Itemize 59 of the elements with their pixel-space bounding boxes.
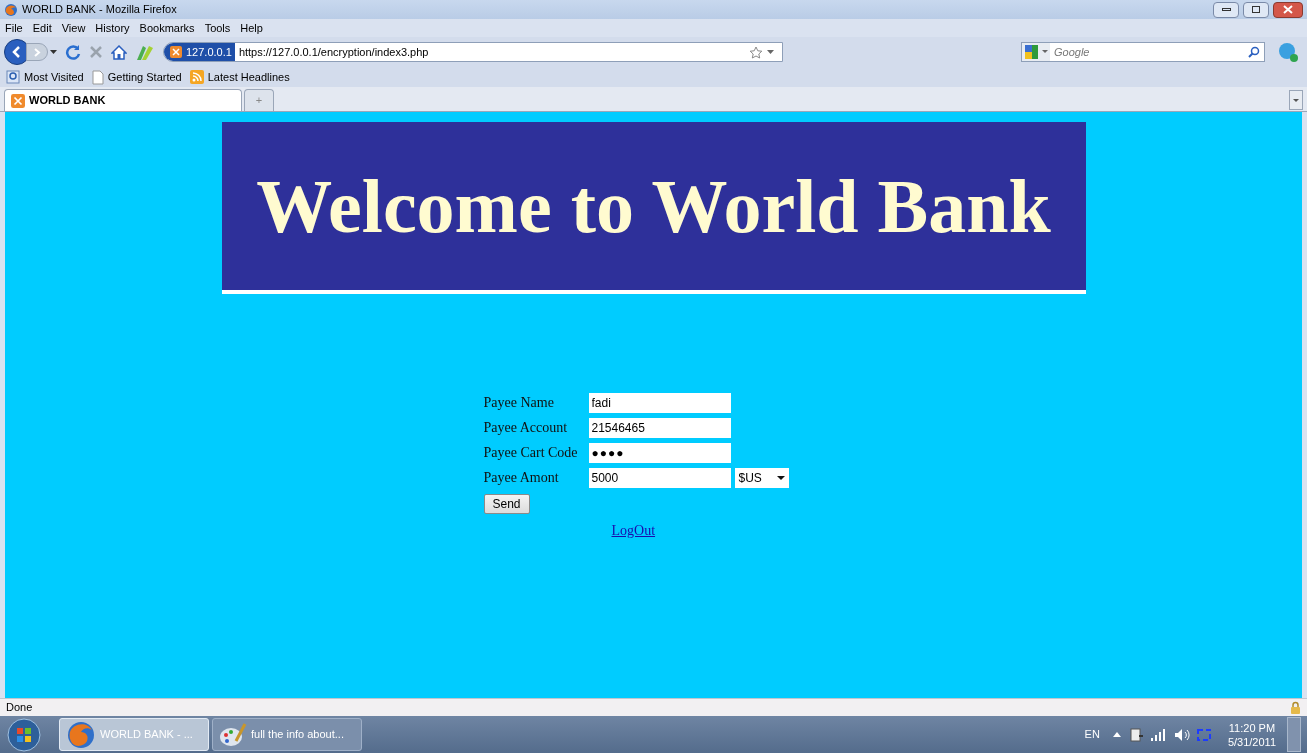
search-input[interactable]: Google (1050, 43, 1248, 61)
url-text: https://127.0.0.1/encryption/index3.php (237, 44, 430, 60)
bookmark-link[interactable]: Getting Started (107, 68, 182, 86)
search-engine-icon[interactable] (1022, 43, 1050, 61)
site-identity-badge[interactable]: 127.0.0.1 (164, 43, 235, 61)
dropdown-caret-icon (776, 475, 785, 480)
close-button[interactable] (1273, 1, 1303, 18)
input-field[interactable]: 5000 (588, 467, 731, 488)
minimize-button[interactable] (1213, 1, 1239, 18)
padlock-icon (1290, 701, 1301, 714)
globe-fox-icon (66, 719, 96, 750)
field-label: Payee Name (483, 394, 555, 412)
server-icon (170, 46, 182, 58)
status-text: Done (6, 700, 33, 716)
menu-item[interactable]: Edit (32, 19, 52, 37)
browser-tab[interactable]: WORLD BANK (4, 89, 242, 111)
search-field[interactable]: Google (1021, 42, 1265, 62)
close-icon (1283, 5, 1293, 14)
clock-time[interactable]: 11:20 PM (1228, 720, 1276, 735)
field-label: Payee Amont (483, 469, 560, 487)
signal-bars-icon[interactable] (1150, 728, 1167, 741)
field-label: Payee Account (483, 419, 569, 437)
send-button[interactable]: Send (483, 494, 530, 514)
dropdown-caret-icon[interactable] (50, 50, 57, 54)
home-icon[interactable] (111, 44, 127, 60)
field-label: Payee Cart Code (483, 444, 579, 462)
search-page-icon (6, 70, 20, 84)
caret-icon (1293, 98, 1299, 102)
feed-icon (189, 70, 204, 84)
star-icon[interactable] (749, 45, 763, 59)
server-icon (11, 93, 25, 108)
menu-item[interactable]: Help (240, 19, 263, 37)
menu-item[interactable]: History (95, 19, 130, 37)
dropdown-caret-icon[interactable] (767, 50, 774, 54)
menu-item[interactable]: Tools (204, 19, 231, 37)
bookmark-link[interactable]: Latest Headlines (207, 68, 290, 86)
bookmark-link[interactable]: Most Visited (24, 68, 84, 86)
start-orb-icon[interactable] (6, 717, 42, 752)
language-indicator[interactable]: EN (1084, 726, 1100, 743)
restore-button[interactable] (1243, 1, 1269, 18)
reload-icon[interactable] (65, 44, 81, 60)
browser-logo-icon (4, 2, 18, 17)
menu-item[interactable]: Bookmarks (139, 19, 195, 37)
speaker-icon[interactable] (1173, 727, 1190, 742)
clock-date[interactable]: 5/31/2011 (1227, 734, 1276, 749)
menu-item[interactable]: File (5, 19, 23, 37)
welcome-banner: Welcome to World Bank (221, 122, 1086, 294)
search-icon[interactable] (1248, 46, 1260, 58)
address-field[interactable]: 127.0.0.1 https://127.0.0.1/encryption/index3.php (163, 42, 783, 62)
currency-select[interactable]: $US (734, 467, 789, 488)
menu-item[interactable]: View (61, 19, 86, 37)
input-field[interactable]: fadi (588, 392, 731, 413)
password-field[interactable]: ●●●● (588, 442, 731, 463)
logout-link[interactable]: LogOut (611, 520, 656, 541)
window-title: WORLD BANK - Mozilla Firefox (22, 2, 178, 18)
page-icon (91, 69, 104, 85)
input-field[interactable]: 21546465 (588, 417, 731, 438)
show-hidden-icons-icon[interactable] (1112, 732, 1121, 737)
tab-list-button[interactable] (1289, 90, 1303, 110)
